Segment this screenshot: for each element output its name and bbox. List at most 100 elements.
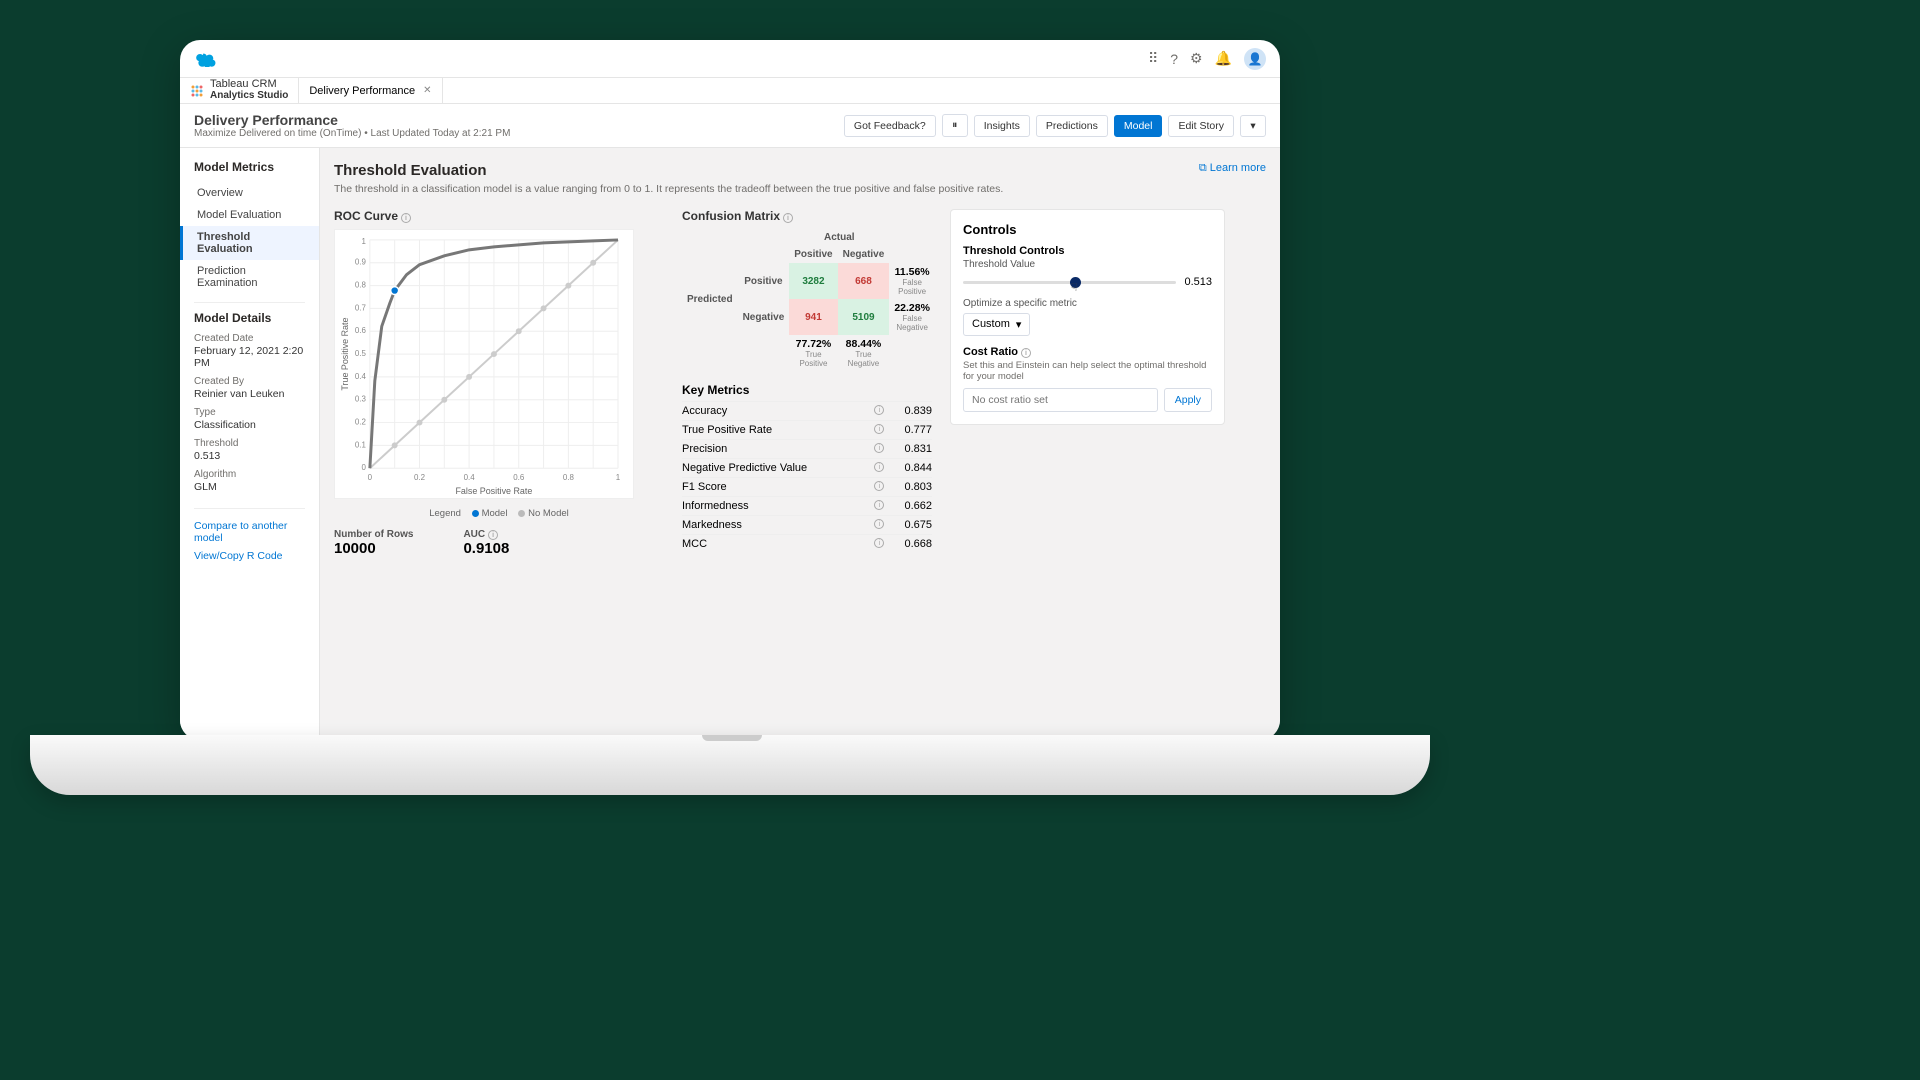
auc-value: 0.9108 — [463, 540, 509, 557]
key-metrics-title: Key Metrics — [682, 383, 932, 397]
insights-button[interactable]: Insights — [974, 115, 1030, 137]
info-icon[interactable]: i — [783, 213, 793, 223]
svg-text:0.6: 0.6 — [513, 473, 525, 482]
info-icon[interactable]: i — [401, 213, 411, 223]
controls-title: Controls — [963, 222, 1212, 237]
sidebar-heading: Model Metrics — [180, 160, 319, 182]
svg-text:1: 1 — [361, 237, 366, 246]
key-metric-row: Accuracyi0.839 — [682, 401, 932, 420]
pause-button[interactable]: ⏸ — [942, 114, 968, 137]
threshold-value: 0.513 — [180, 449, 319, 469]
svg-text:False Positive Rate: False Positive Rate — [455, 486, 532, 496]
key-metric-row: MCCi0.668 — [682, 534, 932, 553]
svg-text:1: 1 — [616, 473, 621, 482]
svg-text:0.7: 0.7 — [355, 303, 367, 312]
svg-text:0.2: 0.2 — [414, 473, 426, 482]
chevron-down-icon: ▾ — [1016, 318, 1022, 331]
setup-gear-icon[interactable]: ⚙ — [1190, 50, 1203, 67]
roc-chart: 00.10.20.30.40.50.60.70.80.91 00.20.40.6… — [334, 229, 634, 499]
workspace-tab[interactable]: Delivery Performance ✕ — [298, 78, 442, 103]
page-title: Delivery Performance — [194, 112, 510, 128]
app-launcher-icon[interactable]: ⠿ — [1148, 50, 1158, 67]
svg-text:0.3: 0.3 — [355, 395, 367, 404]
cost-ratio-input[interactable] — [963, 388, 1158, 412]
threshold-slider-value: 0.513 — [1184, 276, 1212, 288]
threshold-value-label: Threshold Value — [963, 259, 1212, 270]
sidebar-item-threshold-evaluation[interactable]: Threshold Evaluation — [180, 226, 319, 260]
algorithm-value: GLM — [180, 480, 319, 500]
threshold-label: Threshold — [180, 438, 319, 449]
info-icon[interactable]: i — [874, 481, 884, 491]
algorithm-label: Algorithm — [180, 469, 319, 480]
created-by-label: Created By — [180, 376, 319, 387]
svg-text:0.9: 0.9 — [355, 258, 367, 267]
threshold-slider[interactable]: ☟ — [963, 281, 1176, 284]
model-details-heading: Model Details — [180, 311, 319, 333]
info-icon[interactable]: i — [874, 405, 884, 415]
num-rows-label: Number of Rows — [334, 529, 413, 540]
view-code-link[interactable]: View/Copy R Code — [180, 547, 319, 565]
threshold-controls-label: Threshold Controls — [963, 245, 1212, 257]
sidebar-item-prediction-examination[interactable]: Prediction Examination — [180, 260, 319, 294]
info-icon[interactable]: i — [874, 443, 884, 453]
section-title: Threshold Evaluation — [334, 162, 1266, 179]
model-button[interactable]: Model — [1114, 115, 1163, 137]
learn-more-link[interactable]: ⧉ Learn more — [1199, 162, 1266, 175]
created-date-value: February 12, 2021 2:20 PM — [180, 344, 319, 376]
section-description: The threshold in a classification model … — [334, 183, 1266, 195]
roc-legend: Legend Model No Model — [334, 508, 664, 519]
help-icon[interactable]: ? — [1170, 51, 1178, 67]
info-icon[interactable]: i — [874, 424, 884, 434]
cost-ratio-desc: Set this and Einstein can help select th… — [963, 360, 1212, 382]
compare-model-link[interactable]: Compare to another model — [180, 517, 319, 547]
key-metric-row: Markednessi0.675 — [682, 515, 932, 534]
svg-text:0.4: 0.4 — [355, 372, 367, 381]
svg-text:0.6: 0.6 — [355, 326, 367, 335]
notifications-bell-icon[interactable]: 🔔 — [1215, 50, 1232, 67]
auc-label: AUC — [463, 529, 485, 540]
edit-story-button[interactable]: Edit Story — [1168, 115, 1234, 137]
created-date-label: Created Date — [180, 333, 319, 344]
optimize-metric-select[interactable]: Custom ▾ — [963, 313, 1030, 336]
svg-text:0: 0 — [368, 473, 373, 482]
key-metric-row: Informednessi0.662 — [682, 496, 932, 515]
external-link-icon: ⧉ — [1199, 162, 1207, 174]
key-metric-row: Negative Predictive Valuei0.844 — [682, 458, 932, 477]
tableau-crm-icon — [190, 84, 204, 98]
svg-text:0: 0 — [361, 463, 366, 472]
feedback-button[interactable]: Got Feedback? — [844, 115, 936, 137]
key-metric-row: F1 Scorei0.803 — [682, 477, 932, 496]
svg-text:0.2: 0.2 — [355, 418, 367, 427]
svg-text:0.8: 0.8 — [563, 473, 575, 482]
cost-ratio-label: Cost Ratio — [963, 346, 1018, 358]
sidebar-item-overview[interactable]: Overview — [180, 182, 319, 204]
created-by-value: Reinier van Leuken — [180, 387, 319, 407]
tab-title: Delivery Performance — [309, 85, 415, 97]
predictions-button[interactable]: Predictions — [1036, 115, 1108, 137]
optimize-label: Optimize a specific metric — [963, 298, 1212, 309]
svg-text:True Positive Rate: True Positive Rate — [340, 318, 350, 391]
info-icon[interactable]: i — [874, 500, 884, 510]
info-icon[interactable]: i — [1021, 348, 1031, 358]
apply-button[interactable]: Apply — [1164, 388, 1212, 412]
num-rows-value: 10000 — [334, 540, 413, 557]
svg-text:0.4: 0.4 — [464, 473, 476, 482]
info-icon[interactable]: i — [874, 462, 884, 472]
type-value: Classification — [180, 418, 319, 438]
info-icon[interactable]: i — [874, 538, 884, 548]
page-subtitle: Maximize Delivered on time (OnTime) • La… — [194, 128, 510, 139]
key-metric-row: Precisioni0.831 — [682, 439, 932, 458]
user-avatar-icon[interactable]: 👤 — [1244, 48, 1266, 70]
info-icon[interactable]: i — [488, 530, 498, 540]
salesforce-logo-icon — [194, 51, 216, 67]
key-metric-row: True Positive Ratei0.777 — [682, 420, 932, 439]
sidebar-item-model-evaluation[interactable]: Model Evaluation — [180, 204, 319, 226]
svg-text:0.8: 0.8 — [355, 281, 367, 290]
tab-close-icon[interactable]: ✕ — [423, 85, 431, 96]
cursor-icon: ☟ — [1071, 281, 1078, 294]
more-actions-button[interactable]: ▾ — [1240, 115, 1266, 137]
app-switcher[interactable]: Tableau CRM Analytics Studio — [180, 78, 298, 103]
confusion-title: Confusion Matrix — [682, 209, 780, 223]
roc-title: ROC Curve — [334, 209, 398, 223]
info-icon[interactable]: i — [874, 519, 884, 529]
